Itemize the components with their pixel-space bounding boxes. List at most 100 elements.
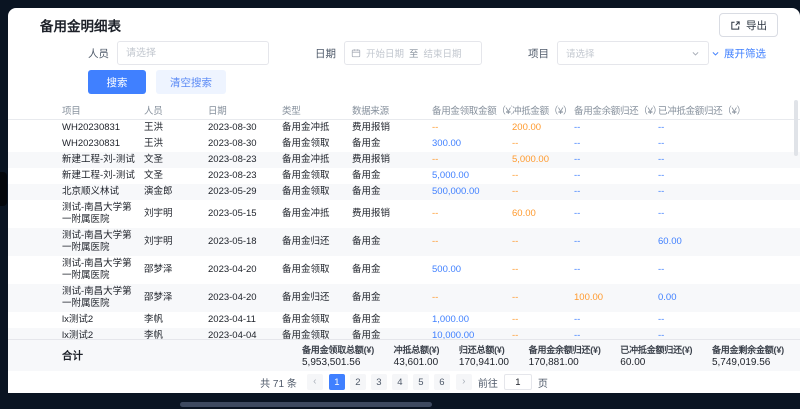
- vertical-scrollbar[interactable]: [794, 100, 798, 156]
- table-row[interactable]: WH20230831王洪2023-08-30备用金领取备用金300.00----…: [8, 136, 800, 152]
- chevron-down-icon: [691, 49, 700, 58]
- search-button[interactable]: 搜索: [88, 70, 146, 94]
- page-button-2[interactable]: 2: [350, 374, 366, 390]
- petty-cash-report-card: 备用金明细表 导出 人员 日期 开始日期 至 结束日期 项目 请选择: [8, 8, 800, 393]
- page-title: 备用金明细表: [40, 15, 121, 35]
- amount-cell: --: [574, 206, 658, 222]
- person-cell: 文圣: [144, 152, 208, 168]
- title-bar: 备用金明细表 导出: [8, 8, 800, 36]
- date-cell: 2023-08-23: [208, 168, 282, 184]
- table-row[interactable]: 测试-南昌大学第一附属医院刘宇明2023-05-15备用金冲抵费用报销--60.…: [8, 200, 800, 228]
- amount-cell: --: [574, 120, 658, 136]
- amount-cell: --: [658, 312, 790, 328]
- date-range-picker[interactable]: 开始日期 至 结束日期: [344, 41, 482, 65]
- table-row[interactable]: 测试-南昌大学第一附属医院邵梦泽2023-04-20备用金领取备用金500.00…: [8, 256, 800, 284]
- amount-cell: 60.00: [512, 206, 574, 222]
- expand-chevron-icon: [711, 49, 720, 58]
- source-cell: 备用金: [352, 136, 432, 152]
- column-header-5: 备用金领取金额（¥）: [432, 103, 512, 117]
- type-cell: 备用金领取: [282, 168, 352, 184]
- table-row[interactable]: lx测试2李帆2023-04-04备用金领取备用金10,000.00------: [8, 328, 800, 339]
- date-to-label: 至: [409, 46, 419, 60]
- amount-cell: --: [512, 290, 574, 306]
- amount-cell: 1,000.00: [432, 312, 512, 328]
- table-row[interactable]: 北京顺义林试演金郎2023-05-29备用金领取备用金500,000.00---…: [8, 184, 800, 200]
- column-header-0: 项目: [62, 103, 144, 117]
- amount-cell: --: [432, 234, 512, 250]
- date-cell: 2023-04-11: [208, 312, 282, 328]
- calendar-icon: [351, 48, 361, 58]
- amount-cell: --: [574, 136, 658, 152]
- export-button-label: 导出: [746, 18, 767, 33]
- type-cell: 备用金领取: [282, 136, 352, 152]
- amount-cell: --: [574, 152, 658, 168]
- table-row[interactable]: 新建工程-刘-测试文圣2023-08-23备用金冲抵费用报销--5,000.00…: [8, 152, 800, 168]
- column-header-3: 类型: [282, 103, 352, 117]
- amount-cell: --: [512, 184, 574, 200]
- export-icon: [730, 20, 741, 31]
- date-cell: 2023-08-30: [208, 120, 282, 136]
- project-cell: 测试-南昌大学第一附属医院: [62, 228, 144, 256]
- source-cell: 备用金: [352, 290, 432, 306]
- amount-cell: --: [574, 168, 658, 184]
- page-button-5[interactable]: 5: [413, 374, 429, 390]
- person-cell: 邵梦泽: [144, 262, 208, 278]
- summary-stat-label: 归还总额(¥): [459, 343, 509, 356]
- table-row[interactable]: 测试-南昌大学第一附属医院刘宇明2023-05-18备用金归还备用金------…: [8, 228, 800, 256]
- person-cell: 文圣: [144, 168, 208, 184]
- project-select[interactable]: 请选择: [557, 41, 709, 65]
- horizontal-scrollbar[interactable]: [180, 402, 432, 407]
- summary-stat: 已冲抵金额归还(¥)60.00: [620, 343, 692, 368]
- summary-stat: 备用金剩余金额(¥)5,749,019.56: [712, 343, 784, 368]
- type-cell: 备用金领取: [282, 328, 352, 339]
- page-button-1[interactable]: 1: [329, 374, 345, 390]
- person-cell: 刘宇明: [144, 234, 208, 250]
- amount-cell: 5,000.00: [512, 152, 574, 168]
- person-select-input[interactable]: [117, 41, 269, 65]
- type-cell: 备用金冲抵: [282, 120, 352, 136]
- table-row[interactable]: WH20230831王洪2023-08-30备用金冲抵费用报销--200.00-…: [8, 120, 800, 136]
- summary-stat-value: 170,941.00: [459, 357, 509, 368]
- amount-cell: --: [574, 312, 658, 328]
- clear-search-button[interactable]: 清空搜索: [156, 70, 226, 94]
- person-cell: 李帆: [144, 328, 208, 339]
- date-filter-label: 日期: [315, 46, 336, 61]
- table-row[interactable]: 测试-南昌大学第一附属医院邵梦泽2023-04-20备用金归还备用金----10…: [8, 284, 800, 312]
- project-cell: 北京顺义林试: [62, 184, 144, 200]
- amount-cell: --: [658, 152, 790, 168]
- filter-bar: 人员 日期 开始日期 至 结束日期 项目 请选择 展开筛选: [8, 36, 800, 64]
- date-cell: 2023-08-30: [208, 136, 282, 152]
- date-cell: 2023-04-04: [208, 328, 282, 339]
- person-cell: 李帆: [144, 312, 208, 328]
- amount-cell: --: [574, 328, 658, 339]
- type-cell: 备用金归还: [282, 234, 352, 250]
- column-header-8: 已冲抵金额归还（¥）: [658, 103, 790, 117]
- table-row[interactable]: lx测试2李帆2023-04-11备用金领取备用金1,000.00------: [8, 312, 800, 328]
- amount-cell: 60.00: [658, 234, 790, 250]
- project-cell: 新建工程-刘-测试: [62, 168, 144, 184]
- page-button-4[interactable]: 4: [392, 374, 408, 390]
- next-page-button[interactable]: ›: [456, 374, 472, 390]
- column-header-7: 备用金余额归还（¥）: [574, 103, 658, 117]
- expand-filter-label: 展开筛选: [724, 46, 766, 61]
- project-cell: lx测试2: [62, 328, 144, 339]
- export-button[interactable]: 导出: [719, 13, 778, 37]
- goto-page-input[interactable]: [504, 374, 532, 390]
- project-cell: WH20230831: [62, 136, 144, 152]
- summary-stat: 备用金领取总额(¥)5,953,501.56: [302, 343, 374, 368]
- summary-stat-value: 43,601.00: [394, 357, 440, 368]
- page-button-3[interactable]: 3: [371, 374, 387, 390]
- summary-stat-label: 备用金剩余金额(¥): [712, 343, 784, 356]
- drawer-handle[interactable]: [0, 172, 7, 206]
- expand-filter-link[interactable]: 展开筛选: [711, 46, 766, 61]
- amount-cell: --: [512, 168, 574, 184]
- amount-cell: --: [574, 184, 658, 200]
- prev-page-button[interactable]: ‹: [307, 374, 323, 390]
- person-cell: 王洪: [144, 120, 208, 136]
- amount-cell: --: [432, 152, 512, 168]
- table-row[interactable]: 新建工程-刘-测试文圣2023-08-23备用金领取备用金5,000.00---…: [8, 168, 800, 184]
- amount-cell: --: [512, 262, 574, 278]
- date-cell: 2023-05-15: [208, 206, 282, 222]
- page-button-6[interactable]: 6: [434, 374, 450, 390]
- project-cell: lx测试2: [62, 312, 144, 328]
